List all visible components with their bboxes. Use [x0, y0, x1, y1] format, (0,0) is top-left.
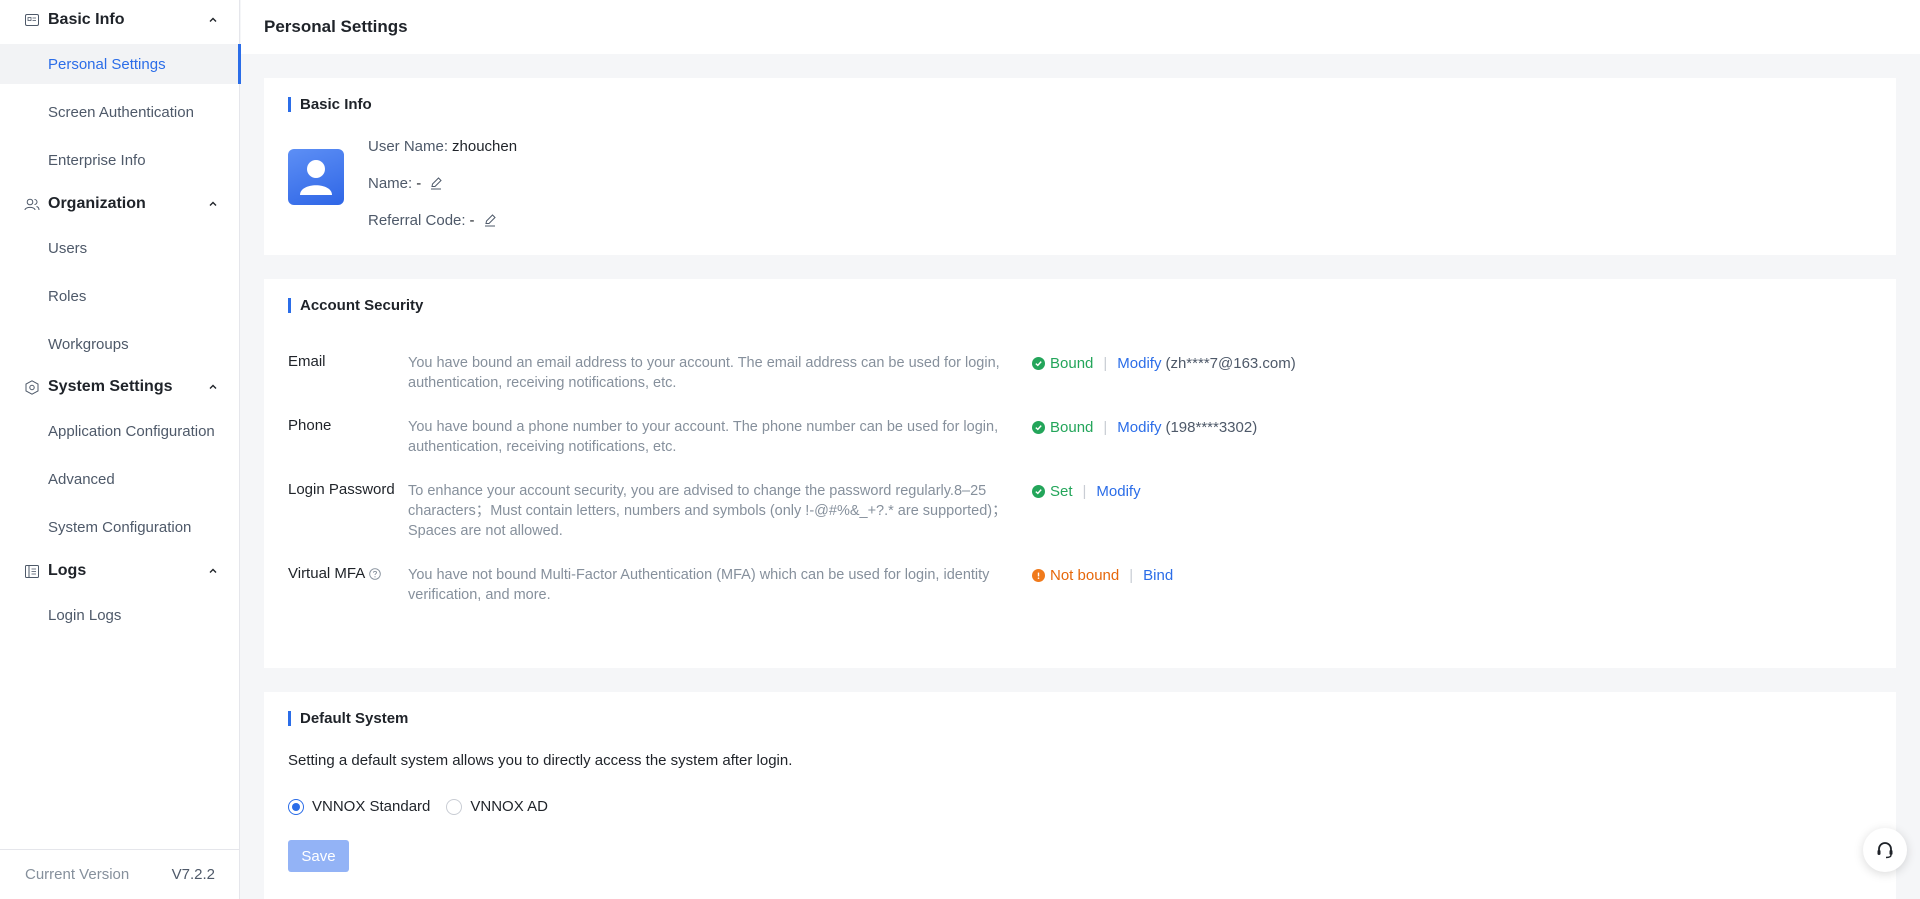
sidebar-group-system-settings[interactable]: System Settings [0, 367, 240, 407]
card-title-default-system: Default System [288, 708, 408, 728]
version-label: Current Version [25, 866, 130, 883]
version-number: V7.2.2 [171, 866, 215, 883]
chevron-up-icon [209, 201, 217, 206]
chevron-up-icon [209, 384, 217, 389]
name-label: Name: [368, 174, 413, 192]
sidebar-item-system-configuration[interactable]: System Configuration [0, 507, 240, 547]
radio-button-selected[interactable] [288, 798, 304, 815]
security-label: Virtual MFA [288, 565, 366, 582]
sidebar-group-label: Basic Info [48, 11, 125, 28]
sidebar-group-label: System Settings [48, 378, 173, 395]
name-row: Name: - [368, 173, 443, 193]
security-label: Phone [288, 417, 332, 434]
username-label: User Name: [368, 137, 449, 155]
radio-option-vnnox-standard[interactable]: VNNOX Standard [288, 798, 430, 815]
id-card-icon [24, 12, 40, 28]
name-value: - [416, 174, 422, 192]
exclamation-circle-icon [1032, 568, 1045, 582]
security-status: Bound | Modify (zh****7@163.com) [1032, 353, 1296, 373]
status-badge: Set [1032, 483, 1073, 500]
sidebar-item-workgroups[interactable]: Workgroups [0, 324, 240, 364]
security-label: Login Password [288, 481, 395, 498]
security-row-phone: Phone You have bound a phone number to y… [288, 417, 1868, 461]
security-row-login-password: Login Password To enhance your account s… [288, 481, 1868, 545]
default-system-description: Setting a default system allows you to d… [288, 752, 793, 769]
avatar [288, 149, 344, 205]
referral-value: - [469, 211, 475, 229]
security-description: You have bound an email address to your … [408, 355, 1000, 391]
sidebar-item-roles[interactable]: Roles [0, 276, 240, 316]
edit-pencil-icon[interactable] [483, 213, 497, 227]
modify-phone-link[interactable]: Modify [1117, 419, 1161, 436]
card-title-account-security: Account Security [288, 295, 423, 315]
security-status: Not bound | Bind [1032, 565, 1173, 585]
radio-button[interactable] [446, 798, 463, 815]
divider: | [1103, 354, 1108, 372]
check-circle-icon [1032, 420, 1045, 434]
default-system-card: Default System Setting a default system … [264, 692, 1896, 899]
security-row-email: Email You have bound an email address to… [288, 353, 1868, 397]
security-description: To enhance your account security, you ar… [408, 483, 1007, 539]
sidebar-group-organization[interactable]: Organization [0, 184, 240, 224]
modify-email-link[interactable]: Modify [1117, 355, 1161, 372]
sidebar: Basic Info Personal Settings Screen Auth… [0, 0, 241, 899]
hexagon-settings-icon [24, 379, 40, 395]
masked-email: (zh****7@163.com) [1165, 354, 1296, 372]
security-status: Set | Modify [1032, 481, 1141, 501]
bind-mfa-link[interactable]: Bind [1143, 567, 1173, 584]
security-label: Email [288, 353, 326, 370]
card-title-basic-info: Basic Info [288, 94, 372, 114]
status-badge: Bound [1032, 419, 1093, 436]
sidebar-group-label: Logs [48, 562, 87, 579]
chevron-up-icon [209, 568, 217, 573]
edit-pencil-icon[interactable] [429, 176, 443, 190]
account-security-card: Account Security Email You have bound an… [264, 279, 1896, 668]
username-row: User Name: zhouchen [368, 136, 517, 156]
log-book-icon [24, 563, 40, 579]
radio-option-vnnox-ad[interactable]: VNNOX AD [446, 798, 548, 815]
support-float-button[interactable] [1863, 828, 1907, 872]
sidebar-item-screen-authentication[interactable]: Screen Authentication [0, 92, 240, 132]
save-button[interactable]: Save [288, 840, 349, 872]
sidebar-item-personal-settings[interactable]: Personal Settings [0, 44, 241, 84]
security-label-wrap: Virtual MFA [288, 565, 382, 582]
chevron-up-icon [209, 17, 217, 22]
sidebar-group-logs[interactable]: Logs [0, 551, 240, 591]
status-badge: Bound [1032, 355, 1093, 372]
help-circle-icon[interactable] [369, 567, 382, 580]
divider: | [1082, 482, 1087, 500]
sidebar-item-advanced[interactable]: Advanced [0, 459, 240, 499]
users-icon [24, 196, 40, 212]
security-description: You have bound a phone number to your ac… [408, 419, 999, 455]
sidebar-item-login-logs[interactable]: Login Logs [0, 595, 240, 635]
page-title: Personal Settings [264, 17, 408, 36]
sidebar-item-users[interactable]: Users [0, 228, 240, 268]
check-circle-icon [1032, 356, 1045, 370]
user-silhouette-icon [300, 160, 332, 195]
security-status: Bound | Modify (198****3302) [1032, 417, 1257, 437]
sidebar-item-application-configuration[interactable]: Application Configuration [0, 411, 240, 451]
sidebar-item-enterprise-info[interactable]: Enterprise Info [0, 140, 240, 180]
referral-row: Referral Code: - [368, 210, 497, 230]
divider: | [1129, 566, 1134, 584]
sidebar-footer: Current Version V7.2.2 [0, 849, 240, 899]
modify-password-link[interactable]: Modify [1096, 483, 1140, 500]
status-badge: Not bound [1032, 567, 1119, 584]
check-circle-icon [1032, 484, 1045, 498]
referral-label: Referral Code: [368, 211, 466, 229]
headset-icon [1877, 842, 1893, 859]
masked-phone: (198****3302) [1165, 418, 1258, 436]
security-row-virtual-mfa: Virtual MFA You have not bound Multi-Fac… [288, 565, 1868, 609]
default-system-radio-group: VNNOX Standard VNNOX AD [288, 798, 564, 815]
page-header: Personal Settings [241, 0, 1920, 54]
security-description: You have not bound Multi-Factor Authenti… [408, 567, 990, 603]
sidebar-group-label: Organization [48, 195, 146, 212]
basic-info-card: Basic Info User Name: zhouchen Name: - R… [264, 78, 1896, 255]
divider: | [1103, 418, 1108, 436]
sidebar-group-basic-info[interactable]: Basic Info [0, 0, 240, 40]
username-value: zhouchen [452, 137, 518, 155]
